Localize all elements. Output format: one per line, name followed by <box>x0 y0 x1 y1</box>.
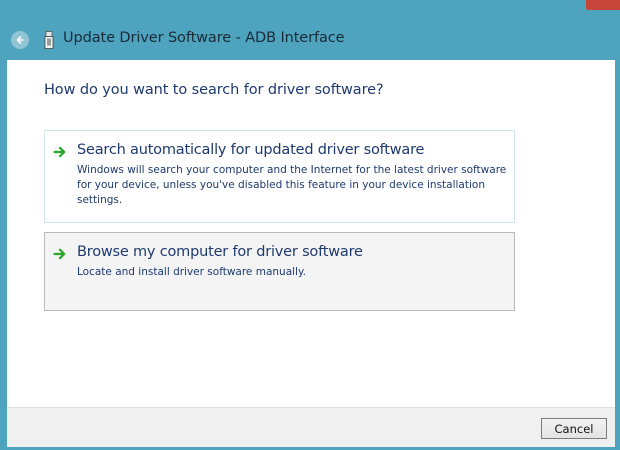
option-description: Locate and install driver software manua… <box>77 266 307 278</box>
page-heading: How do you want to search for driver sof… <box>44 82 384 98</box>
usb-device-icon <box>44 31 54 49</box>
green-arrow-icon <box>53 146 66 158</box>
dialog-window: Update Driver Software - ADB Interface H… <box>0 0 620 450</box>
window-title: Update Driver Software - ADB Interface <box>63 30 345 46</box>
back-button[interactable] <box>11 31 29 49</box>
option-title: Search automatically for updated driver … <box>77 142 425 158</box>
title-bar: Update Driver Software - ADB Interface <box>0 22 620 58</box>
content-panel: How do you want to search for driver sof… <box>7 60 615 407</box>
option-title: Browse my computer for driver software <box>77 244 363 260</box>
footer-bar: Cancel <box>7 407 615 447</box>
close-button[interactable] <box>586 0 620 10</box>
green-arrow-icon <box>53 248 66 260</box>
cancel-button[interactable]: Cancel <box>541 418 607 439</box>
browse-computer-option[interactable]: Browse my computer for driver software L… <box>44 232 515 311</box>
back-arrow-icon <box>16 35 24 45</box>
option-description: Windows will search your computer and th… <box>77 164 507 206</box>
search-automatically-option[interactable]: Search automatically for updated driver … <box>44 130 515 223</box>
